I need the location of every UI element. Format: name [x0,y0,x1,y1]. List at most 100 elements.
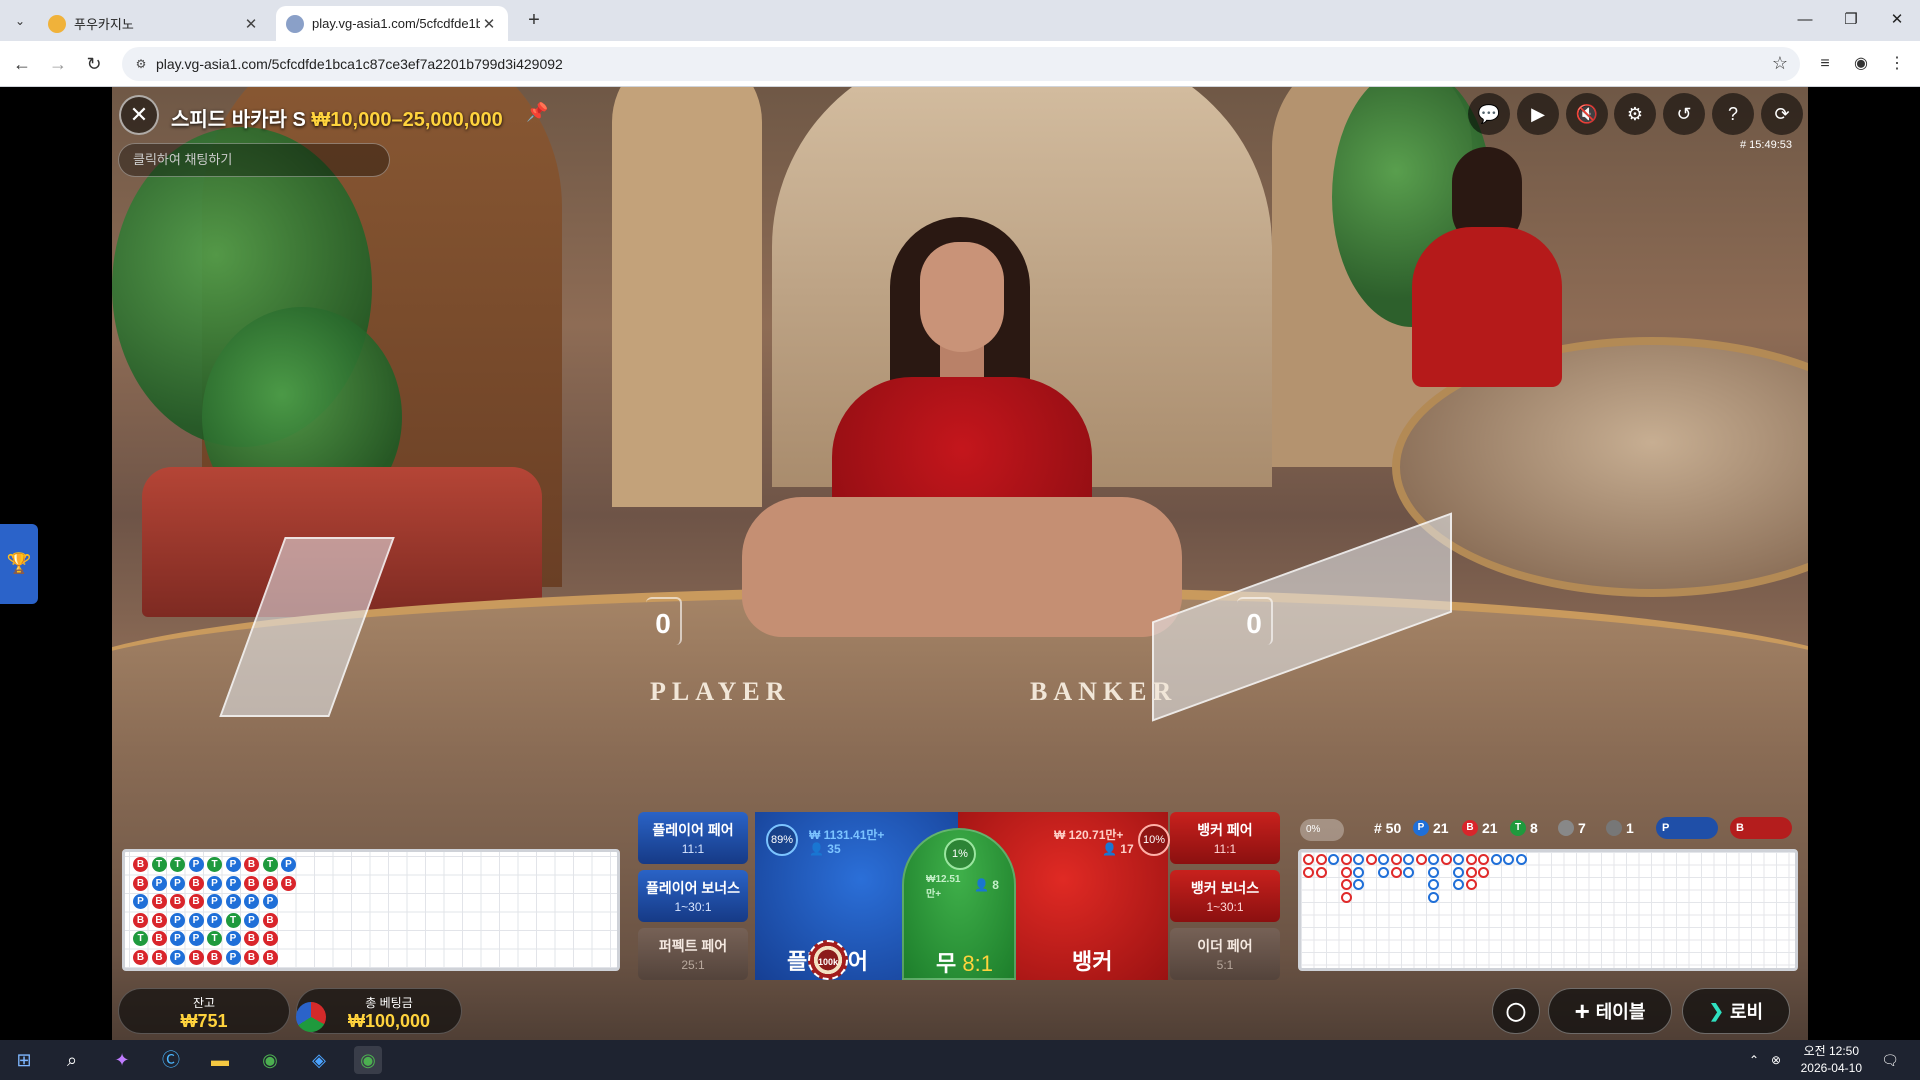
bead-P: P [151,875,167,891]
perfect-pair-bet[interactable]: 퍼펙트 페어 25:1 [638,928,748,980]
road-mark-P [1428,854,1439,865]
round-id: # 15:49:53 [1740,139,1792,151]
bear-favicon-icon [48,14,66,33]
bookmark-star-icon[interactable]: ☆ [1772,53,1788,74]
help-icon[interactable]: ? [1712,93,1754,135]
player-count: 👤 35 [809,842,841,856]
banker-bonus-bet[interactable]: 뱅커 보너스 1~30:1 [1170,870,1280,922]
road-mark-P [1515,854,1527,865]
player-bonus-bet[interactable]: 플레이어 보너스 1~30:1 [638,870,748,922]
copilot-icon[interactable]: ✦ [108,1046,136,1074]
bead-B: B [262,949,278,965]
bead-B: B [151,894,167,909]
fullscreen-icon[interactable]: ⟳ [1761,93,1803,135]
pair-dot-icon [1558,820,1574,836]
app-icon[interactable]: ◈ [305,1046,333,1074]
chat-bubble-icon: ◯ [1505,1000,1527,1021]
road-mark-B [1478,854,1489,865]
banker-count: 👤 17 [1102,842,1134,856]
stats-toggle[interactable]: 0% [1300,819,1344,841]
network-icon[interactable]: ⊗ [1762,1046,1790,1074]
minimize-button[interactable]: — [1782,0,1828,41]
bead-B: B [133,875,148,891]
search-icon[interactable]: ⌕ [58,1046,86,1074]
bead-P: P [225,857,241,872]
site-favicon-icon [286,14,304,33]
ccleaner-icon[interactable]: Ⓒ [157,1046,185,1074]
bead-B: B [262,931,278,946]
profile-icon[interactable]: ◉ [1850,53,1872,75]
bead-B: B [262,912,278,928]
settings-icon[interactable]: ⚙ [1614,93,1656,135]
url-text: play.vg-asia1.com/5cfcdfde1bca1c87ce3ef7… [156,56,563,72]
close-tab-icon[interactable]: ✕ [242,15,260,33]
lobby-button[interactable]: ❯ 로비 [1682,988,1790,1034]
bead-P: P [133,894,148,909]
notification-icon[interactable]: 🗨 [1876,1046,1904,1074]
system-clock[interactable]: 오전 12:50 2026-04-10 [1801,1043,1862,1077]
file-explorer-icon[interactable]: ▬ [206,1046,234,1074]
road-mark-P [1353,866,1364,878]
bead-empty [281,913,296,928]
chat-icon[interactable]: 💬 [1468,93,1510,135]
bead-T: T [262,857,278,872]
banker-score: 0 [1237,597,1273,645]
player-pair-bet[interactable]: 플레이어 페어 11:1 [638,812,748,864]
bet-odds: 25:1 [681,958,705,972]
trophy-icon[interactable]: 🏆 [0,524,38,604]
media-control-icon[interactable]: ≡ [1814,53,1836,75]
banker-pair-bet[interactable]: 뱅커 페어 11:1 [1170,812,1280,864]
bead-B: B [188,949,204,965]
reload-icon[interactable]: ↻ [80,50,108,78]
bead-P: P [225,894,241,909]
chat-bubble-button[interactable]: ◯ [1492,988,1540,1034]
history-icon[interactable]: ↺ [1663,93,1705,135]
round-count: # 50 [1374,820,1402,836]
either-pair-bet[interactable]: 이더 페어 5:1 [1170,928,1280,980]
add-table-button[interactable]: + 테이블 [1548,988,1672,1034]
road-mark-P [1503,854,1514,865]
tie-bet-area[interactable]: 1% ₩12.51만+ 👤 8 무 8:1 [902,828,1016,980]
video-icon[interactable]: ▶ [1517,93,1559,135]
close-tab-icon[interactable]: ✕ [480,15,498,33]
bead-T: T [207,931,222,946]
chrome-icon[interactable]: ◉ [256,1046,284,1074]
bead-B: B [188,894,204,909]
road-mark-P [1428,891,1439,903]
road-mark-B [1415,854,1427,865]
site-info-icon[interactable]: ⚙ [132,55,150,73]
restore-button[interactable]: ❐ [1828,0,1874,41]
new-tab-button[interactable]: + [520,8,548,34]
bead-B: B [170,894,185,909]
tab-casino[interactable]: 푸우카지노 ✕ [38,6,270,41]
bead-P: P [170,931,185,946]
road-mark-B [1365,854,1377,865]
back-icon[interactable]: ← [8,50,36,78]
url-field[interactable]: ⚙ play.vg-asia1.com/5cfcdfde1bca1c87ce3e… [122,47,1800,81]
chat-input[interactable]: 클릭하여 채팅하기 [118,143,390,177]
bet-label: 뱅커 보너스 [1190,880,1260,896]
banker-prediction-button[interactable]: B [1730,817,1792,839]
bead-P: P [225,931,241,946]
mute-icon[interactable]: 🔇 [1566,93,1608,135]
windows-start-icon[interactable]: ⊞ [10,1046,38,1074]
bead-T: T [207,857,222,872]
road-mark-P [1353,879,1364,890]
address-bar: ← → ↻ ⚙ play.vg-asia1.com/5cfcdfde1bca1c… [0,41,1920,87]
forward-icon[interactable]: → [44,50,72,78]
road-mark-B [1340,879,1352,890]
pin-icon[interactable]: 📌 [526,102,548,123]
bead-P: P [188,857,204,872]
player-prediction-button[interactable]: P [1656,817,1718,839]
tab-list-button[interactable]: ⌄ [6,8,34,34]
tie-dot-icon: T [1510,820,1526,836]
chrome-active-icon[interactable]: ◉ [354,1046,382,1074]
close-window-button[interactable]: ✕ [1874,0,1920,41]
menu-icon[interactable]: ⋮ [1886,53,1908,75]
bead-P: P [188,912,204,928]
close-game-button[interactable]: ✕ [119,95,159,135]
road-mark-B [1390,866,1402,878]
tab-game[interactable]: play.vg-asia1.com/5cfcdfde1b ✕ [276,6,508,41]
game-name: 스피드 바카라 S [171,109,306,131]
road-mark-B [1303,854,1314,865]
